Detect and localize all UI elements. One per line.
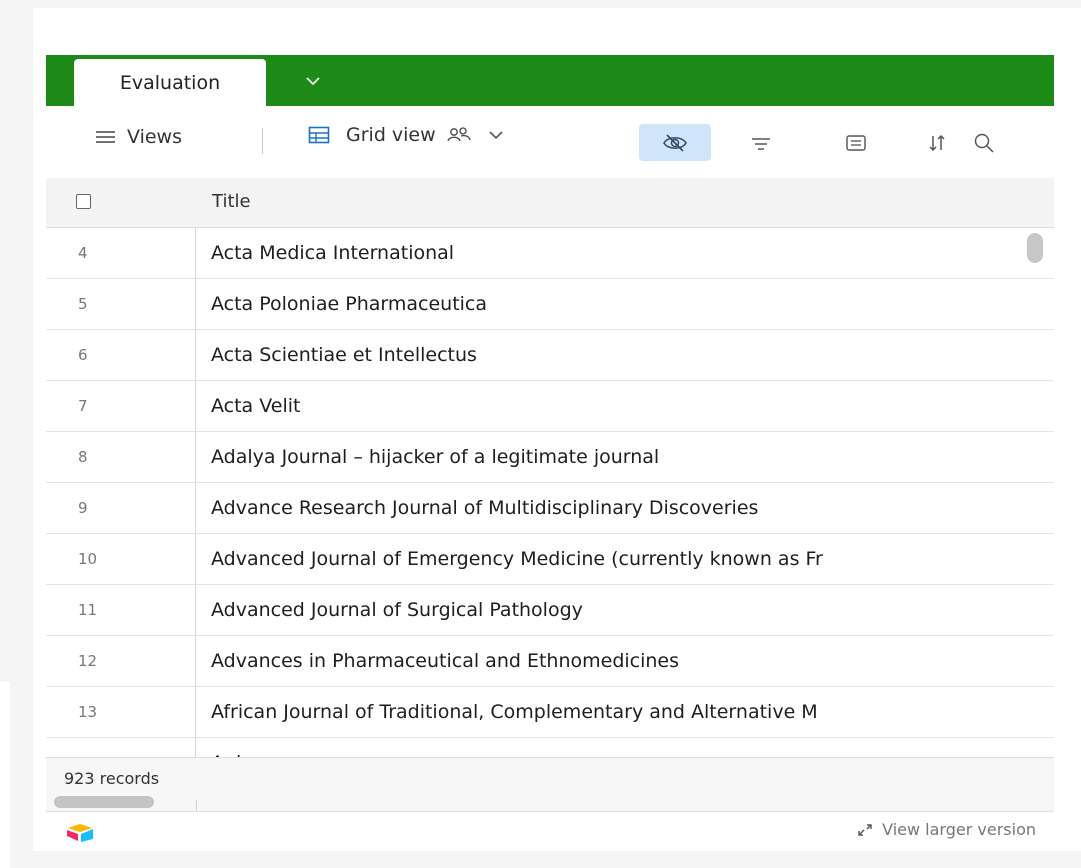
row-number: 4 [46,228,196,278]
search-icon [974,133,994,153]
select-all-checkbox[interactable] [76,194,91,209]
tables-dropdown-button[interactable] [296,67,330,95]
group-button[interactable] [841,128,871,158]
chevron-down-icon [306,77,320,86]
row-title[interactable]: Advanced Journal of Emergency Medicine (… [211,534,1049,584]
row-title[interactable]: Aging [211,738,1049,757]
vertical-scrollbar-thumb[interactable] [1027,233,1043,263]
row-title[interactable]: Acta Velit [211,381,1049,431]
table-row[interactable]: 7 Acta Velit [46,381,1054,432]
group-icon [846,135,866,151]
table-row[interactable]: 10 Advanced Journal of Emergency Medicin… [46,534,1054,585]
row-number: 6 [46,330,196,380]
sort-button[interactable] [922,128,952,158]
view-name: Grid view [346,124,436,146]
view-toolbar: Views Grid view [46,106,1054,172]
hide-fields-button[interactable] [639,124,711,161]
row-title[interactable]: Acta Medica International [211,228,1049,278]
row-number: 10 [46,534,196,584]
filter-button[interactable] [746,128,776,158]
hide-fields-icon [663,133,687,152]
row-title[interactable]: Advance Research Journal of Multidiscipl… [211,483,1049,533]
row-number: 9 [46,483,196,533]
row-number: 8 [46,432,196,482]
hamburger-icon [96,131,115,143]
row-title[interactable]: African Journal of Traditional, Compleme… [211,687,1049,737]
table-row[interactable]: 11 Advanced Journal of Surgical Patholog… [46,585,1054,636]
views-button[interactable]: Views [95,126,182,148]
row-number: 13 [46,687,196,737]
table-row[interactable]: 13 African Journal of Traditional, Compl… [46,687,1054,738]
row-title[interactable]: Adalya Journal – hijacker of a legitimat… [211,432,1049,482]
grid-view-icon [308,126,330,144]
table-row[interactable]: 4 Acta Medica International [46,228,1054,279]
view-larger-label: View larger version [882,820,1036,839]
collaborators-icon [447,127,471,142]
logo-icon[interactable] [66,822,94,842]
search-button[interactable] [969,128,999,158]
table-tab-bar: Evaluation [46,55,1054,106]
grid-header: Title [46,178,1054,228]
record-count: 923 records [64,769,160,788]
table-row[interactable]: 9 Advance Research Journal of Multidisci… [46,483,1054,534]
airtable-embed: Evaluation Views Grid view Title 4 Acta … [46,55,1054,850]
views-label: Views [127,126,182,148]
grid-view-switcher[interactable]: Grid view [308,124,504,146]
view-larger-link[interactable]: View larger version [856,820,1036,839]
tab-evaluation[interactable]: Evaluation [74,59,266,106]
row-title[interactable]: Acta Poloniae Pharmaceutica [211,279,1049,329]
chevron-down-icon [489,131,503,140]
embed-bottom-bar: View larger version [46,811,1054,850]
row-number: 12 [46,636,196,686]
grid-footer: 923 records [46,757,1054,812]
filter-icon [752,138,770,150]
toolbar-divider [262,128,263,154]
row-number: 5 [46,279,196,329]
tab-label: Evaluation [119,71,221,94]
column-header-title[interactable]: Title [212,191,251,212]
table-row[interactable]: 12 Advances in Pharmaceutical and Ethnom… [46,636,1054,687]
row-title[interactable]: Advanced Journal of Surgical Pathology [211,585,1049,635]
table-row[interactable]: 14 Aging [46,738,1054,757]
row-number: 7 [46,381,196,431]
table-row[interactable]: 6 Acta Scientiae et Intellectus [46,330,1054,381]
sort-icon [929,134,945,152]
table-row[interactable]: 8 Adalya Journal – hijacker of a legitim… [46,432,1054,483]
left-edge-strip [0,682,10,868]
table-row[interactable]: 5 Acta Poloniae Pharmaceutica [46,279,1054,330]
row-number: 11 [46,585,196,635]
grid-rows: 4 Acta Medica International 5 Acta Polon… [46,228,1054,757]
row-number: 14 [46,738,196,757]
horizontal-scrollbar-thumb[interactable] [54,796,154,808]
row-title[interactable]: Advances in Pharmaceutical and Ethnomedi… [211,636,1049,686]
row-title[interactable]: Acta Scientiae et Intellectus [211,330,1049,380]
expand-icon [858,823,872,836]
